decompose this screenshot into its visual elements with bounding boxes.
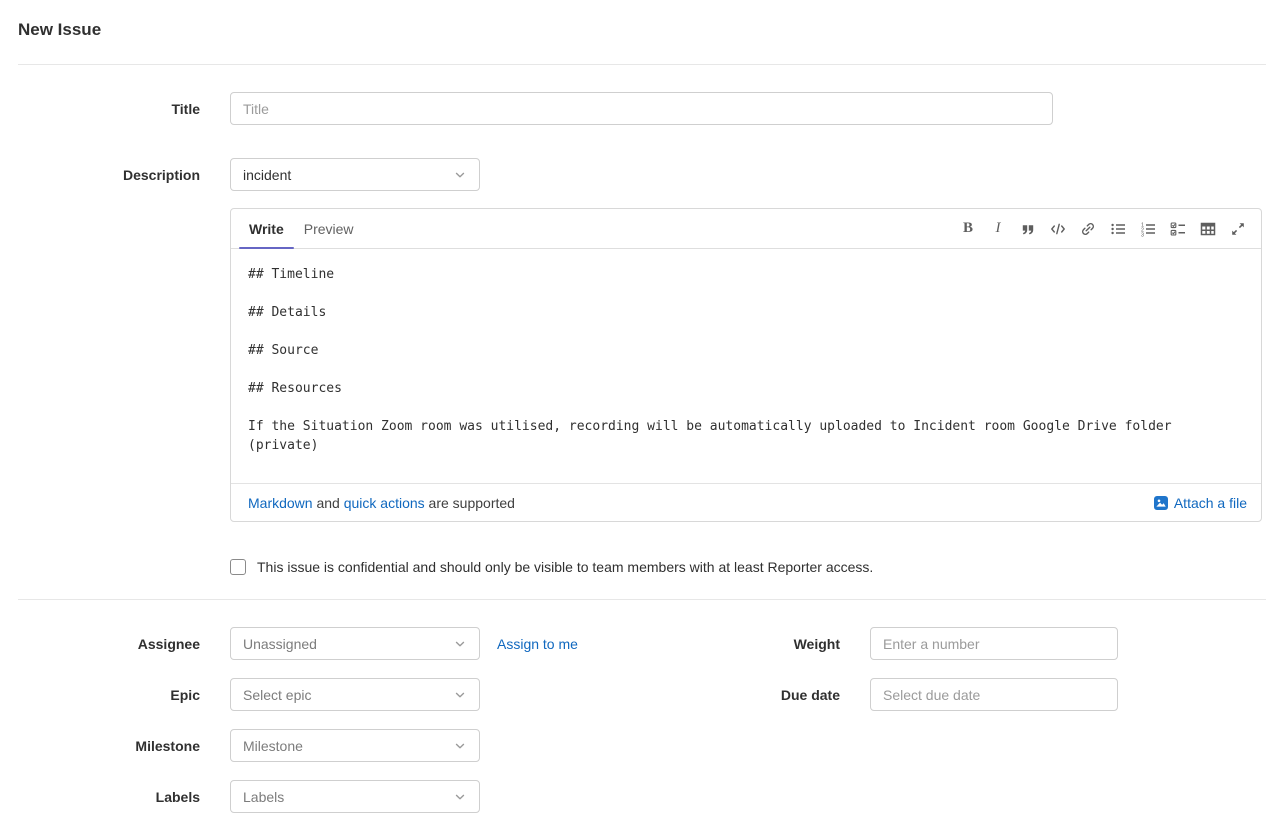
milestone-select[interactable]: Milestone: [230, 729, 480, 762]
description-template-select[interactable]: incident: [230, 158, 480, 191]
title-row: Title: [18, 92, 1266, 125]
editor-header: Write Preview B I: [231, 209, 1261, 249]
table-icon[interactable]: [1197, 218, 1219, 240]
editor-tabs: Write Preview: [239, 209, 364, 248]
labels-label: Labels: [18, 789, 200, 805]
tab-write[interactable]: Write: [239, 209, 294, 248]
labels-row: Labels Labels: [18, 780, 578, 813]
due-date-label: Due date: [670, 687, 840, 703]
confidential-checkbox[interactable]: [230, 559, 246, 575]
confidential-row: This issue is confidential and should on…: [18, 559, 1266, 575]
quote-icon[interactable]: [1017, 218, 1039, 240]
assign-to-me-link[interactable]: Assign to me: [497, 636, 578, 652]
milestone-label: Milestone: [18, 738, 200, 754]
svg-text:3: 3: [1141, 232, 1144, 237]
markdown-help-text: Markdown and quick actions are supported: [248, 495, 515, 511]
metadata-left-column: Assignee Unassigned Assign to me Epic Se…: [18, 627, 578, 831]
editor-footer: Markdown and quick actions are supported…: [231, 483, 1261, 521]
confidential-label: This issue is confidential and should on…: [257, 559, 873, 575]
new-issue-form: New Issue Title Description incident Wri…: [0, 0, 1284, 831]
chevron-down-icon: [453, 790, 467, 804]
metadata-section: Assignee Unassigned Assign to me Epic Se…: [18, 627, 1266, 831]
page-title: New Issue: [18, 0, 1266, 40]
title-label: Title: [18, 101, 200, 117]
description-template-value: incident: [243, 167, 291, 183]
epic-value: Select epic: [243, 687, 311, 703]
markdown-link[interactable]: Markdown: [248, 495, 313, 511]
editor-row: Write Preview B I: [18, 208, 1266, 522]
metadata-right-column: Weight Due date: [670, 627, 1118, 831]
description-row: Description incident: [18, 158, 1266, 191]
assignee-label: Assignee: [18, 636, 200, 652]
editor-toolbar: B I 123: [957, 218, 1249, 240]
numbered-list-icon[interactable]: 123: [1137, 218, 1159, 240]
chevron-down-icon: [453, 637, 467, 651]
supported-text: are supported: [425, 495, 515, 511]
code-icon[interactable]: [1047, 218, 1069, 240]
chevron-down-icon: [453, 168, 467, 182]
markdown-editor: Write Preview B I: [230, 208, 1262, 522]
attach-file-label: Attach a file: [1174, 495, 1247, 511]
fullscreen-icon[interactable]: [1227, 218, 1249, 240]
header-divider: [18, 64, 1266, 65]
labels-select[interactable]: Labels: [230, 780, 480, 813]
tab-preview[interactable]: Preview: [294, 209, 364, 248]
assignee-row: Assignee Unassigned Assign to me: [18, 627, 578, 660]
title-input[interactable]: [230, 92, 1053, 125]
epic-label: Epic: [18, 687, 200, 703]
quick-actions-link[interactable]: quick actions: [344, 495, 425, 511]
milestone-value: Milestone: [243, 738, 303, 754]
epic-select[interactable]: Select epic: [230, 678, 480, 711]
bold-icon[interactable]: B: [957, 218, 979, 240]
attach-file-button[interactable]: Attach a file: [1153, 495, 1247, 511]
weight-input[interactable]: [870, 627, 1118, 660]
description-textarea[interactable]: ## Timeline ## Details ## Source ## Reso…: [231, 249, 1261, 483]
assignee-value: Unassigned: [243, 636, 317, 652]
assignee-select[interactable]: Unassigned: [230, 627, 480, 660]
chevron-down-icon: [453, 739, 467, 753]
task-list-icon[interactable]: [1167, 218, 1189, 240]
bullet-list-icon[interactable]: [1107, 218, 1129, 240]
description-label: Description: [18, 167, 200, 183]
weight-row: Weight: [670, 627, 1118, 660]
weight-label: Weight: [670, 636, 840, 652]
link-icon[interactable]: [1077, 218, 1099, 240]
labels-value: Labels: [243, 789, 284, 805]
chevron-down-icon: [453, 688, 467, 702]
section-divider: [18, 599, 1266, 600]
epic-row: Epic Select epic: [18, 678, 578, 711]
milestone-row: Milestone Milestone: [18, 729, 578, 762]
attach-image-icon: [1153, 495, 1169, 511]
and-text: and: [313, 495, 344, 511]
due-date-input[interactable]: [870, 678, 1118, 711]
due-date-row: Due date: [670, 678, 1118, 711]
italic-icon[interactable]: I: [987, 218, 1009, 240]
